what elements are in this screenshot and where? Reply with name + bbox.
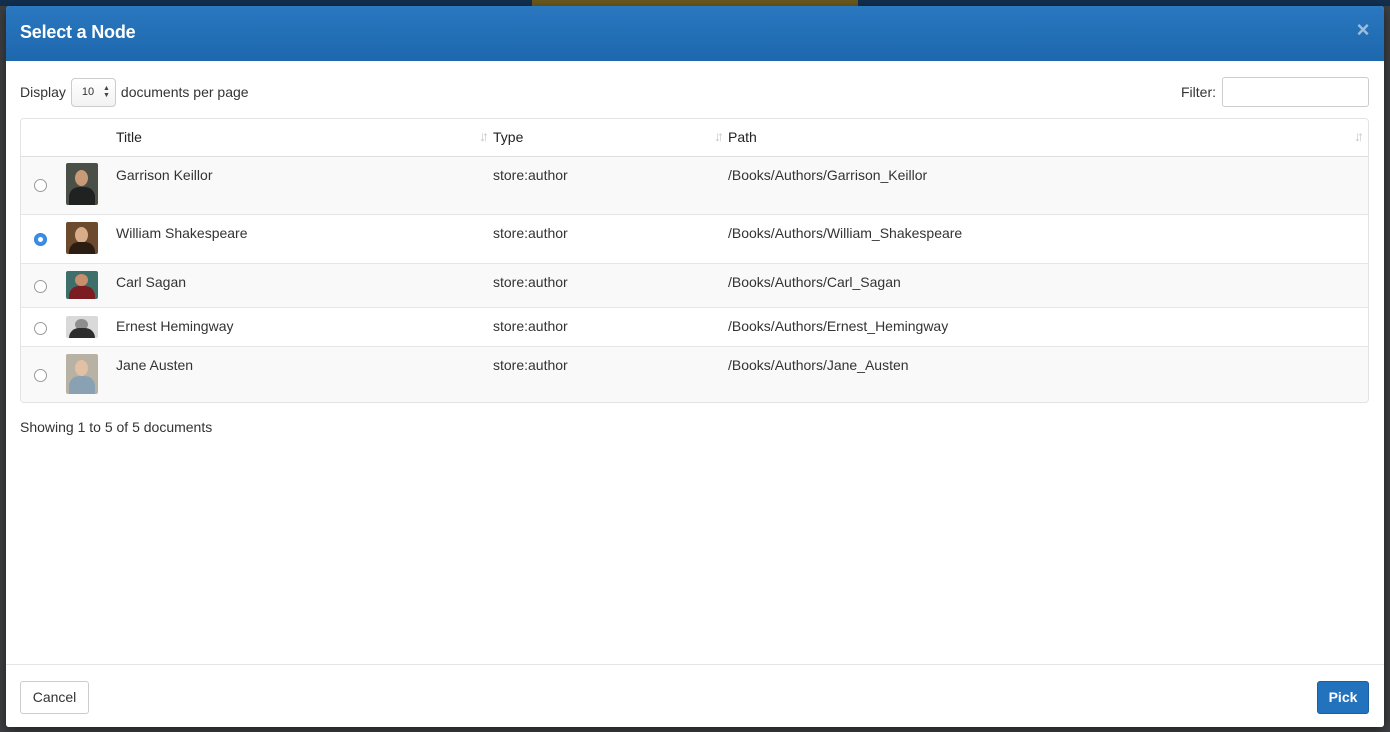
page-length-control: Display 10 ▲ ▼ documents per page <box>20 77 249 107</box>
row-radio-selected[interactable] <box>34 232 47 246</box>
row-thumbnail-cell <box>66 156 114 214</box>
page-length-prefix: Display <box>20 84 66 100</box>
table-row[interactable]: Garrison Keillor store:author /Books/Aut… <box>21 156 1368 214</box>
row-radio[interactable] <box>34 279 47 293</box>
row-path: /Books/Authors/Carl_Sagan <box>728 262 1368 307</box>
row-type: store:author <box>493 166 568 183</box>
filter-control: Filter: <box>1181 77 1369 107</box>
row-select-cell <box>21 345 66 402</box>
row-type: store:author <box>493 213 728 263</box>
author-portrait-icon <box>66 221 98 254</box>
row-thumbnail-cell <box>66 213 114 263</box>
author-portrait-icon <box>66 315 98 338</box>
column-header-type[interactable]: Type ↓↑ <box>493 119 728 157</box>
pick-button[interactable]: Pick <box>1317 681 1369 714</box>
page-length-suffix: documents per page <box>120 84 249 100</box>
sort-icon[interactable]: ↓↑ <box>479 128 489 144</box>
table-row[interactable]: William Shakespeare store:author /Books/… <box>21 213 1368 263</box>
row-title: Ernest Hemingway <box>114 306 493 346</box>
column-header-title[interactable]: Title ↓↑ <box>114 119 493 157</box>
row-type: store:author <box>493 345 728 402</box>
author-portrait-icon <box>66 162 98 205</box>
dialog-header: Select a Node × <box>6 6 1384 61</box>
column-header-path[interactable]: Path ↓↑ <box>728 119 1368 157</box>
author-portrait-icon <box>66 353 98 394</box>
column-type-label: Type <box>493 129 524 146</box>
table-info: Showing 1 to 5 of 5 documents <box>20 419 213 435</box>
sort-icon[interactable]: ↓↑ <box>1354 128 1364 144</box>
row-select-cell <box>21 213 66 263</box>
select-arrows-icon: ▲ ▼ <box>102 84 110 99</box>
table-row[interactable]: Carl Sagan store:author /Books/Authors/C… <box>21 262 1368 307</box>
table-row[interactable]: Ernest Hemingway store:author /Books/Aut… <box>21 306 1368 346</box>
column-path-label: Path <box>728 129 757 146</box>
row-thumbnail-cell <box>66 306 114 346</box>
nodes-table: Title ↓↑ Type ↓↑ Path ↓↑ Garrison Keillo… <box>21 119 1368 402</box>
row-path: /Books/Authors/William_Shakespeare <box>728 213 1368 263</box>
row-path: /Books/Authors/Jane_Austen <box>728 345 1368 402</box>
row-title: Garrison Keillor <box>116 166 213 183</box>
table-header-row: Title ↓↑ Type ↓↑ Path ↓↑ <box>21 119 1368 157</box>
row-thumbnail-cell <box>66 345 114 402</box>
select-column-header <box>21 119 66 157</box>
row-type: store:author <box>493 306 728 346</box>
thumbnail-column-header <box>66 119 114 157</box>
row-radio[interactable] <box>34 178 47 192</box>
row-path: /Books/Authors/Ernest_Hemingway <box>728 306 1368 346</box>
row-thumbnail-cell <box>66 262 114 307</box>
select-node-dialog: Select a Node × Display 10 ▲ ▼ documents … <box>6 6 1384 727</box>
row-title: Carl Sagan <box>114 262 493 307</box>
row-title: William Shakespeare <box>114 213 493 263</box>
column-title-label: Title <box>116 129 142 146</box>
row-path: /Books/Authors/Garrison_Keillor <box>728 166 928 183</box>
filter-input[interactable] <box>1222 77 1369 107</box>
author-portrait-icon <box>66 270 98 299</box>
row-title: Jane Austen <box>114 345 493 402</box>
dialog-footer: Cancel Pick <box>6 664 1384 727</box>
row-select-cell <box>21 156 66 214</box>
filter-label: Filter: <box>1181 84 1216 100</box>
row-type: store:author <box>493 262 728 307</box>
row-radio[interactable] <box>34 368 47 382</box>
nodes-table-container: Title ↓↑ Type ↓↑ Path ↓↑ Garrison Keillo… <box>20 118 1369 403</box>
cancel-button[interactable]: Cancel <box>20 681 89 714</box>
page-length-value: 10 <box>81 85 95 98</box>
row-radio[interactable] <box>34 321 47 335</box>
table-row[interactable]: Jane Austen store:author /Books/Authors/… <box>21 345 1368 402</box>
row-select-cell <box>21 306 66 346</box>
close-icon[interactable]: × <box>1352 18 1374 42</box>
table-toolbar: Display 10 ▲ ▼ documents per page Filter: <box>20 77 1369 107</box>
row-select-cell <box>21 262 66 307</box>
sort-icon[interactable]: ↓↑ <box>714 128 724 144</box>
dialog-title: Select a Node <box>20 22 136 42</box>
page-length-select[interactable]: 10 ▲ ▼ <box>70 77 116 107</box>
